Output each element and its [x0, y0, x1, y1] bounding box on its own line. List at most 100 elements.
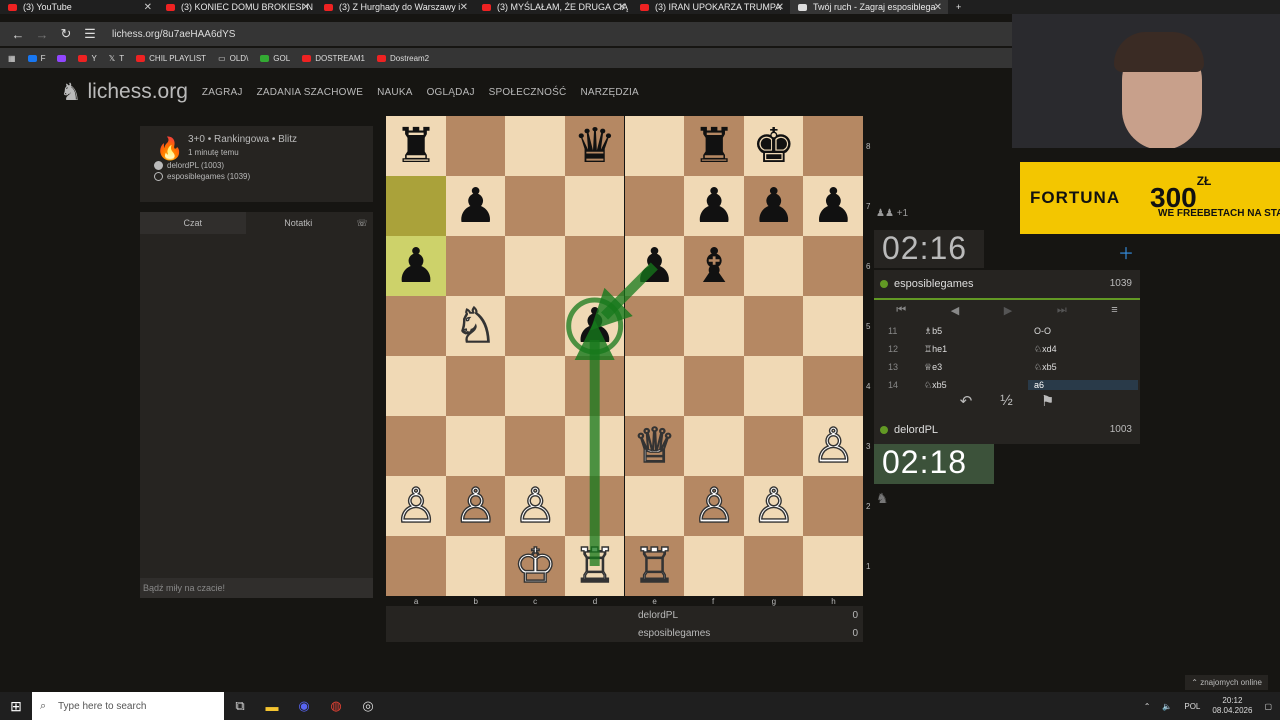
- black-piece-a6[interactable]: ♟: [386, 236, 446, 296]
- app-icon[interactable]: ◎: [352, 698, 384, 714]
- taskbar-search[interactable]: ⌕ Type here to search: [32, 692, 224, 720]
- square-f3[interactable]: [684, 416, 744, 476]
- plus-icon[interactable]: ＋: [1118, 240, 1134, 264]
- bookmark[interactable]: [57, 54, 67, 62]
- square-b4[interactable]: [445, 356, 506, 416]
- menu-item[interactable]: ZAGRAJ: [202, 87, 243, 98]
- clock[interactable]: 20:12 08.04.2026: [1212, 696, 1252, 716]
- menu-item[interactable]: OGLĄDAJ: [427, 87, 475, 98]
- site-logo[interactable]: ♞ lichess.org: [60, 78, 188, 107]
- square-h5[interactable]: [803, 296, 863, 356]
- apps-icon[interactable]: ▦: [8, 54, 16, 63]
- square-c3[interactable]: [505, 416, 565, 476]
- bookmark[interactable]: DOSTREAM1: [302, 54, 365, 63]
- windows-start-icon[interactable]: ⊞: [0, 698, 32, 715]
- square-e5[interactable]: [624, 296, 685, 356]
- close-icon[interactable]: ✕: [144, 2, 152, 13]
- square-d4[interactable]: [564, 356, 625, 416]
- square-b8[interactable]: [445, 116, 506, 176]
- tab-notes[interactable]: Notatki: [246, 212, 352, 234]
- tray-expand-icon[interactable]: ⌃: [1144, 702, 1151, 711]
- close-icon[interactable]: ✕: [460, 2, 468, 13]
- square-h4[interactable]: [803, 356, 863, 416]
- new-tab-button[interactable]: +: [948, 0, 978, 14]
- prev-move-icon[interactable]: ◀: [951, 304, 959, 317]
- close-icon[interactable]: ✕: [618, 2, 626, 13]
- notifications-icon[interactable]: ▢: [1264, 702, 1272, 711]
- browser-tab[interactable]: (3) MYŚLAŁAM, ŻE DRUGA CIĄ ✕: [474, 0, 632, 14]
- square-g1[interactable]: [743, 536, 804, 596]
- chess-board[interactable]: ♜ ♛ ♜ ♚ ♟ ♟ ♟ ♟ ♟ ♟ ♝ ♘ ♟ ♕ ♙ ♙ ♙ ♙ ♙ ♙ ♔ ♖ ♖: [386, 116, 863, 596]
- file-explorer-icon[interactable]: ▬: [256, 699, 288, 714]
- resign-flag-icon[interactable]: ⚑: [1041, 392, 1054, 410]
- white-piece-e3[interactable]: ♕: [625, 416, 685, 476]
- first-move-icon[interactable]: ⏮: [896, 304, 906, 317]
- square-a7[interactable]: [386, 176, 446, 236]
- browser-tab[interactable]: (3) KONIEC DOMU BROKIESI N ✕: [158, 0, 316, 14]
- close-icon[interactable]: ✕: [776, 2, 784, 13]
- browser-tab-active[interactable]: Twój ruch - Zagraj esposiblega ✕: [790, 0, 948, 14]
- square-d7[interactable]: [564, 176, 625, 236]
- square-g5[interactable]: [743, 296, 804, 356]
- square-c5[interactable]: [505, 296, 565, 356]
- square-a4[interactable]: [386, 356, 446, 416]
- square-c6[interactable]: [505, 236, 565, 296]
- square-a3[interactable]: [386, 416, 446, 476]
- bookmark[interactable]: GOL: [260, 54, 290, 63]
- square-d2[interactable]: [564, 476, 625, 536]
- task-view-icon[interactable]: ⧉: [224, 698, 256, 714]
- chat-input[interactable]: Bądź miły na czacie!: [140, 578, 373, 598]
- white-piece-a2[interactable]: ♙: [386, 476, 446, 536]
- black-piece-e6[interactable]: ♟: [625, 236, 685, 296]
- next-move-icon[interactable]: ▶: [1004, 304, 1012, 317]
- bookmark[interactable]: 𝕏T: [109, 54, 124, 63]
- white-player[interactable]: delordPL (1003): [154, 161, 359, 170]
- volume-icon[interactable]: 🔈: [1162, 702, 1172, 711]
- menu-item[interactable]: NAUKA: [377, 87, 412, 98]
- white-piece-d1[interactable]: ♖: [565, 536, 625, 596]
- square-c4[interactable]: [505, 356, 565, 416]
- white-piece-e1[interactable]: ♖: [625, 536, 685, 596]
- chrome-icon[interactable]: ◍: [320, 698, 352, 714]
- square-a5[interactable]: [386, 296, 446, 356]
- tab-chat[interactable]: Czat: [140, 212, 246, 234]
- square-e8[interactable]: [624, 116, 685, 176]
- square-h8[interactable]: [803, 116, 863, 176]
- phone-icon[interactable]: ☏: [351, 218, 373, 229]
- square-b3[interactable]: [445, 416, 506, 476]
- white-piece-f2[interactable]: ♙: [684, 476, 744, 536]
- fortuna-ad[interactable]: FORTUNA 300 ZŁ WE FREEBETACH NA STAR: [1020, 162, 1280, 234]
- square-c8[interactable]: [505, 116, 565, 176]
- last-move-icon[interactable]: ⏭: [1057, 304, 1067, 317]
- black-piece-f7[interactable]: ♟: [684, 176, 744, 236]
- black-piece-f8[interactable]: ♜: [684, 116, 744, 176]
- black-piece-g7[interactable]: ♟: [744, 176, 804, 236]
- menu-item[interactable]: NARZĘDZIA: [580, 87, 638, 98]
- square-d6[interactable]: [564, 236, 625, 296]
- black-piece-g8[interactable]: ♚: [744, 116, 804, 176]
- white-piece-c2[interactable]: ♙: [505, 476, 565, 536]
- square-b1[interactable]: [445, 536, 506, 596]
- close-icon[interactable]: ✕: [302, 2, 310, 13]
- white-piece-b5[interactable]: ♘: [446, 296, 506, 356]
- white-piece-g2[interactable]: ♙: [744, 476, 804, 536]
- opponent-name[interactable]: esposiblegames: [880, 278, 974, 290]
- square-f4[interactable]: [684, 356, 744, 416]
- back-icon[interactable]: ←: [8, 27, 28, 42]
- square-c7[interactable]: [505, 176, 565, 236]
- black-piece-d8[interactable]: ♛: [565, 116, 625, 176]
- square-h6[interactable]: [803, 236, 863, 296]
- square-b6[interactable]: [445, 236, 506, 296]
- bookmark-folder[interactable]: ▭ OLD\: [218, 54, 248, 63]
- reload-icon[interactable]: ↻: [56, 26, 76, 42]
- language[interactable]: POL: [1184, 702, 1200, 711]
- square-g6[interactable]: [743, 236, 804, 296]
- square-f5[interactable]: [684, 296, 744, 356]
- square-g3[interactable]: [743, 416, 804, 476]
- forward-icon[interactable]: →: [32, 27, 52, 42]
- square-d3[interactable]: [564, 416, 625, 476]
- player-name[interactable]: delordPL: [880, 424, 938, 436]
- bookmark[interactable]: F: [27, 54, 45, 63]
- square-a1[interactable]: [386, 536, 446, 596]
- discord-icon[interactable]: ◉: [288, 698, 320, 714]
